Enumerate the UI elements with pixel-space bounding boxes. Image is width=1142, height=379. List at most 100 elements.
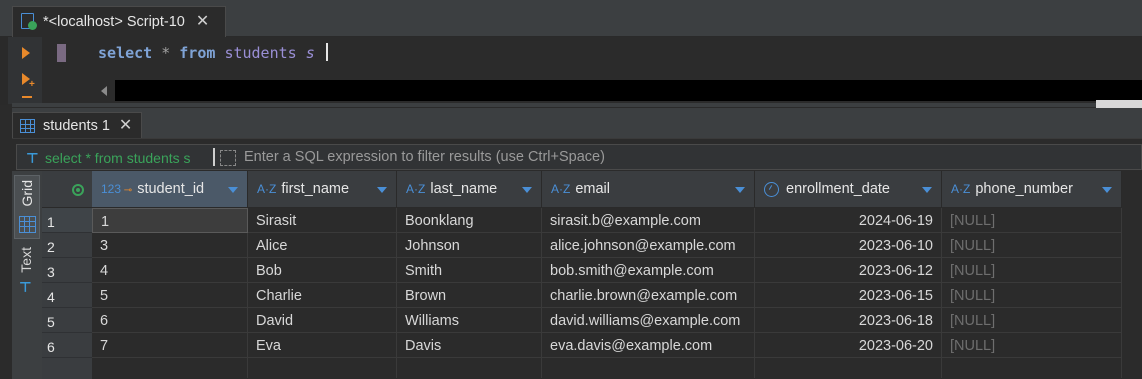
filter-caret (213, 148, 215, 166)
cell-student-id[interactable]: 3 (92, 233, 248, 258)
cell-student-id[interactable]: 1 (92, 208, 248, 233)
cell-last-name[interactable]: Davis (397, 333, 542, 358)
cell-last-name[interactable]: Johnson (397, 233, 542, 258)
editor-horizontal-scrollbar[interactable] (95, 80, 1142, 101)
empty-grid-area (397, 358, 542, 378)
cell-phone-number[interactable]: [NULL] (942, 308, 1122, 333)
row-number[interactable]: 1 (42, 208, 92, 233)
column-header-first-name[interactable]: A·Z first_name (248, 171, 397, 208)
sql-script-icon (19, 12, 39, 32)
cell-enrollment-date[interactable]: 2023-06-18 (755, 308, 942, 333)
column-menu-icon[interactable] (735, 187, 745, 193)
cell-first-name[interactable]: David (248, 308, 397, 333)
execute-script-icon[interactable] (22, 96, 32, 99)
record-indicator-icon (72, 184, 84, 196)
current-line-marker (57, 44, 66, 62)
cell-phone-number[interactable]: [NULL] (942, 283, 1122, 308)
cell-enrollment-date[interactable]: 2023-06-20 (755, 333, 942, 358)
row-number[interactable]: 2 (42, 233, 92, 258)
text-type-icon: A·Z (406, 182, 426, 196)
cell-first-name[interactable]: Eva (248, 333, 397, 358)
grid-icon (19, 216, 36, 233)
cell-enrollment-date[interactable]: 2024-06-19 (755, 208, 942, 233)
results-tab-bar: students 1 ✕ (12, 108, 1142, 139)
cell-phone-number[interactable]: [NULL] (942, 258, 1122, 283)
cell-enrollment-date[interactable]: 2023-06-12 (755, 258, 942, 283)
cell-phone-number[interactable]: [NULL] (942, 333, 1122, 358)
maximize-panel-handle[interactable] (1096, 100, 1142, 108)
scroll-left-icon[interactable] (95, 80, 115, 101)
cell-first-name[interactable]: Bob (248, 258, 397, 283)
column-header-enrollment-date[interactable]: enrollment_date (755, 171, 942, 208)
filter-query-text: select * from students s (45, 150, 191, 166)
split-divider[interactable] (12, 103, 1142, 107)
grid-view-toggle[interactable]: Grid (14, 175, 40, 239)
column-name: first_name (281, 181, 350, 197)
text-caret (325, 43, 328, 61)
text-type-icon: A·Z (257, 182, 277, 196)
editor-tab-script[interactable]: *<localhost> Script-10 ✕ (12, 6, 226, 37)
execute-statement-icon[interactable] (22, 47, 30, 59)
view-switcher-panel: Grid Text ⊤ (12, 171, 42, 379)
date-type-icon (764, 181, 779, 197)
row-number[interactable]: 5 (42, 308, 92, 333)
cell-last-name[interactable]: Smith (397, 258, 542, 283)
column-header-student-id[interactable]: 123 ⊸ student_id (92, 171, 248, 208)
row-number[interactable]: 6 (42, 333, 92, 358)
cell-email[interactable]: eva.davis@example.com (542, 333, 755, 358)
grid-view-label: Grid (19, 180, 35, 207)
cell-phone-number[interactable]: [NULL] (942, 208, 1122, 233)
column-name: student_id (137, 181, 205, 197)
plus-icon: + (29, 79, 35, 90)
cell-email[interactable]: sirasit.b@example.com (542, 208, 755, 233)
text-view-icon[interactable]: ⊤ (19, 279, 32, 296)
column-header-email[interactable]: A·Z email (542, 171, 755, 208)
primary-key-icon: ⊸ (121, 185, 133, 196)
column-header-phone-number[interactable]: A·Z phone_number (942, 171, 1122, 208)
column-menu-icon[interactable] (522, 187, 532, 193)
cell-phone-number[interactable]: [NULL] (942, 233, 1122, 258)
close-icon[interactable]: ✕ (119, 118, 132, 134)
empty-grid-area (542, 358, 755, 378)
cell-first-name[interactable]: Alice (248, 233, 397, 258)
column-menu-icon[interactable] (1102, 187, 1112, 193)
table-grid-icon (20, 119, 35, 133)
cell-last-name[interactable]: Brown (397, 283, 542, 308)
row-number[interactable]: 3 (42, 258, 92, 283)
text-view-toggle[interactable]: Text (18, 247, 34, 273)
grid-corner[interactable] (42, 171, 92, 208)
table-alias: s (305, 44, 315, 62)
column-menu-icon[interactable] (922, 187, 932, 193)
cell-first-name[interactable]: Charlie (248, 283, 397, 308)
text-type-icon: A·Z (951, 182, 971, 196)
filter-input[interactable]: ⊤ select * from students s Enter a SQL e… (16, 144, 1142, 170)
results-tab-students[interactable]: students 1 ✕ (12, 112, 142, 139)
cell-enrollment-date[interactable]: 2023-06-10 (755, 233, 942, 258)
cell-enrollment-date[interactable]: 2023-06-15 (755, 283, 942, 308)
cell-email[interactable]: bob.smith@example.com (542, 258, 755, 283)
text-type-icon: A·Z (551, 182, 571, 196)
column-menu-icon[interactable] (377, 187, 387, 193)
cell-email[interactable]: alice.johnson@example.com (542, 233, 755, 258)
row-number[interactable]: 4 (42, 283, 92, 308)
cell-last-name[interactable]: Williams (397, 308, 542, 333)
empty-grid-area (942, 358, 1122, 378)
expand-filter-icon[interactable] (220, 150, 236, 166)
close-icon[interactable]: ✕ (196, 14, 209, 30)
column-name: phone_number (975, 181, 1073, 197)
sql-editor[interactable]: select * from students s (98, 43, 328, 63)
cell-first-name[interactable]: Sirasit (248, 208, 397, 233)
column-header-last-name[interactable]: A·Z last_name (397, 171, 542, 208)
column-menu-icon[interactable] (228, 187, 238, 193)
cell-student-id[interactable]: 7 (92, 333, 248, 358)
keyword-from: from (179, 44, 216, 62)
cell-last-name[interactable]: Boonklang (397, 208, 542, 233)
results-tab-title: students 1 (43, 118, 110, 134)
cell-student-id[interactable]: 6 (92, 308, 248, 333)
filter-placeholder: Enter a SQL expression to filter results… (244, 149, 605, 165)
cell-email[interactable]: david.williams@example.com (542, 308, 755, 333)
cell-student-id[interactable]: 4 (92, 258, 248, 283)
cell-student-id[interactable]: 5 (92, 283, 248, 308)
cell-email[interactable]: charlie.brown@example.com (542, 283, 755, 308)
empty-grid-area (248, 358, 397, 378)
